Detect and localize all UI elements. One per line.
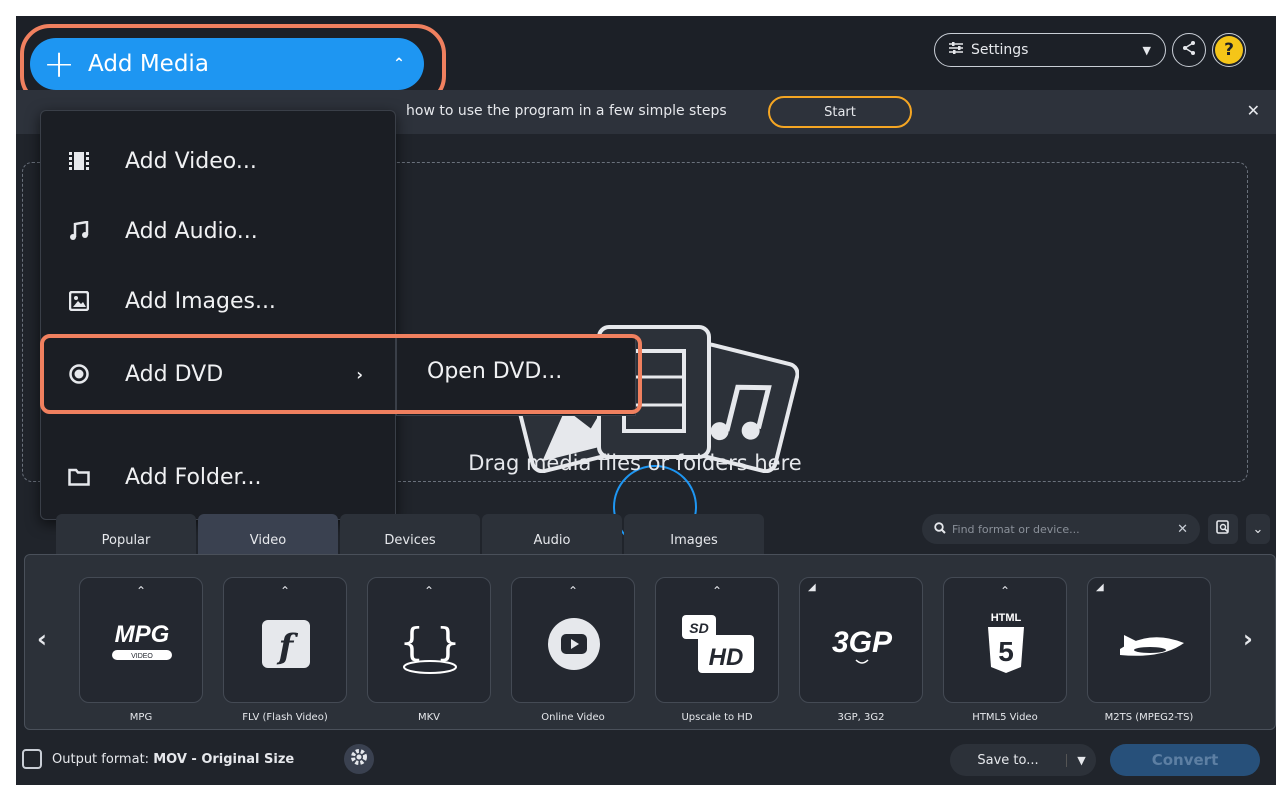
format-card-mkv[interactable]: ⌃ { } <box>367 577 491 703</box>
settings-label: Settings <box>971 42 1029 58</box>
format-card-m2ts[interactable]: ◢ <box>1087 577 1211 703</box>
chevron-up-icon: ⌃ <box>567 584 579 598</box>
html-icon-text: HTML <box>991 612 1022 624</box>
chevron-up-icon: ⌃ <box>999 584 1011 598</box>
format-search-input[interactable]: Find format or device... ✕ <box>922 514 1200 544</box>
format-label: Upscale to HD <box>681 712 753 723</box>
menu-item-add-video[interactable]: Add Video... <box>41 131 395 191</box>
format-label: MPG <box>129 712 153 723</box>
mkv-icon-text: { } <box>400 620 460 664</box>
tab-popular[interactable]: Popular <box>56 514 196 554</box>
sd-text: SD <box>689 620 708 636</box>
format-label: HTML5 Video <box>972 712 1038 723</box>
output-settings-button[interactable] <box>344 744 374 774</box>
chevron-up-icon: ⌃ <box>135 584 147 598</box>
menu-item-label: Add Images... <box>125 288 276 314</box>
preview-icon <box>1216 520 1230 538</box>
menu-item-add-audio[interactable]: Add Audio... <box>41 201 395 261</box>
format-label: M2TS (MPEG2-TS) <box>1104 712 1194 723</box>
plus-icon: + <box>43 42 75 86</box>
close-icon[interactable]: ✕ <box>1247 101 1260 120</box>
tab-video[interactable]: Video <box>198 514 338 554</box>
collapse-panel-button[interactable]: ⌄ <box>1246 514 1270 544</box>
format-card-html5[interactable]: ⌃ HTML 5 <box>943 577 1067 703</box>
upscale-hd-icon: SD HD <box>678 604 758 684</box>
scroll-left-icon[interactable]: ‹ <box>37 625 47 653</box>
mpg-icon-subtext: VIDEO <box>131 653 153 660</box>
menu-item-label: Add Audio... <box>125 218 258 244</box>
menu-item-label: Add Folder... <box>125 464 262 490</box>
output-format-value: MOV - Original Size <box>153 752 295 767</box>
save-to-label: Save to... <box>977 752 1039 768</box>
format-label: Online Video <box>541 712 605 723</box>
chevron-up-icon: ⌃ <box>393 56 405 72</box>
add-media-label: Add Media <box>88 51 209 77</box>
search-icon <box>934 521 946 537</box>
format-card-3gp[interactable]: ◢ 3GP <box>799 577 923 703</box>
html5-number: 5 <box>998 636 1014 667</box>
format-card-online-video[interactable]: ⌃ <box>511 577 635 703</box>
mpg-icon-text: MPG <box>115 621 170 648</box>
chevron-up-icon: ⌃ <box>423 584 435 598</box>
format-label: FLV (Flash Video) <box>242 712 328 723</box>
chevron-up-icon: ⌃ <box>711 584 723 598</box>
format-preview-button[interactable] <box>1208 514 1238 544</box>
add-media-menu: Add Video... Add Audio... Add Images... … <box>40 110 396 520</box>
help-button[interactable]: ? <box>1212 33 1246 67</box>
bottom-bar: Output format: MOV - Original Size Save … <box>16 738 1276 785</box>
chevron-up-icon: ⌃ <box>279 584 291 598</box>
music-icon <box>67 219 91 243</box>
search-placeholder: Find format or device... <box>952 522 1080 536</box>
chevron-down-icon: ▼ <box>1142 43 1151 57</box>
settings-sliders-icon <box>949 42 963 58</box>
app-window: Settings ▼ ? + Add Media ⌃ how to use th… <box>16 16 1276 785</box>
output-search-icon[interactable] <box>22 749 42 769</box>
format-label: 3GP, 3G2 <box>837 712 885 723</box>
format-card-mpg[interactable]: ⌃ MPG VIDEO <box>79 577 203 703</box>
format-card-flv[interactable]: ⌃ f <box>223 577 347 703</box>
gear-icon <box>350 748 368 770</box>
hd-text: HD <box>709 644 744 671</box>
tab-devices[interactable]: Devices <box>340 514 480 554</box>
tab-audio[interactable]: Audio <box>482 514 622 554</box>
save-to-button[interactable]: Save to... ▼ <box>950 744 1096 776</box>
menu-item-label: Add Video... <box>125 148 257 174</box>
html5-icon: HTML 5 <box>966 604 1046 684</box>
add-dvd-highlight <box>40 334 642 414</box>
format-label: MKV <box>417 712 441 723</box>
chevron-down-icon: ⌄ <box>1252 521 1264 537</box>
banner-text: how to use the program in a few simple s… <box>406 103 727 119</box>
mkv-icon: { } <box>390 604 470 684</box>
online-video-icon <box>534 604 614 684</box>
output-format-text: Output format: MOV - Original Size <box>52 752 294 767</box>
convert-button[interactable]: Convert <box>1110 744 1260 776</box>
menu-item-add-folder[interactable]: Add Folder... <box>41 447 395 507</box>
3gp-icon: 3GP <box>822 604 902 684</box>
share-button[interactable] <box>1172 33 1206 67</box>
corner-flag-icon: ◢ <box>808 582 816 593</box>
tab-images[interactable]: Images <box>624 514 764 554</box>
corner-flag-icon: ◢ <box>1096 582 1104 593</box>
add-media-button[interactable]: + Add Media ⌃ <box>30 38 424 90</box>
flash-icon: f <box>246 604 326 684</box>
help-icon: ? <box>1215 36 1243 64</box>
film-icon <box>67 149 91 173</box>
format-carousel: ‹ › ⌃ MPG VIDEO MPG ⌃ f FLV (Flash Video)… <box>24 554 1276 730</box>
image-icon <box>67 289 91 313</box>
3gp-icon-text: 3GP <box>832 626 893 659</box>
start-button[interactable]: Start <box>768 96 912 128</box>
bluray-icon <box>1110 604 1190 684</box>
format-tabs: Popular Video Devices Audio Images Find … <box>16 508 1276 554</box>
folder-icon <box>67 465 91 489</box>
share-icon <box>1181 40 1197 60</box>
clear-search-icon[interactable]: ✕ <box>1177 522 1188 537</box>
output-format-prefix: Output format: <box>52 752 150 767</box>
settings-dropdown[interactable]: Settings ▼ <box>934 33 1166 67</box>
format-card-upscale-hd[interactable]: ⌃ SD HD <box>655 577 779 703</box>
scroll-right-icon[interactable]: › <box>1243 625 1253 653</box>
mpg-icon: MPG VIDEO <box>102 604 182 684</box>
chevron-down-icon[interactable]: ▼ <box>1066 753 1096 767</box>
menu-item-add-images[interactable]: Add Images... <box>41 271 395 331</box>
